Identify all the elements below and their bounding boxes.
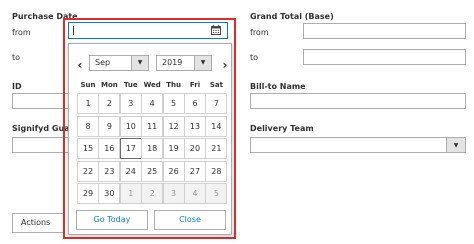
delivery-team-label: Delivery Team [250, 124, 314, 133]
day-cell[interactable]: 28 [205, 160, 228, 182]
grand-total-to-input[interactable] [303, 49, 466, 65]
bill-to-name-label: Bill-to Name [250, 82, 306, 91]
day-of-week-label: Sun [80, 81, 96, 89]
day-of-week-label: Tue [123, 81, 138, 89]
day-cell[interactable]: 29 [77, 183, 99, 205]
purchase-date-from-label: from [12, 28, 31, 37]
day-cell[interactable]: 4 [141, 93, 164, 114]
day-of-week-label: Fri [189, 81, 201, 89]
day-cell[interactable]: 15 [77, 138, 99, 160]
delivery-team-select[interactable]: ▼ [250, 137, 466, 153]
day-of-week-label: Wed [143, 81, 161, 89]
year-select[interactable]: 2019 ▼ [156, 55, 212, 71]
day-cell[interactable]: 22 [77, 160, 99, 182]
day-cell[interactable]: 16 [98, 138, 121, 160]
day-cell[interactable]: 24 [119, 160, 142, 182]
month-select-value: Sep [95, 58, 111, 67]
day-cell[interactable]: 21 [205, 138, 228, 160]
day-cell[interactable]: 3 [119, 93, 142, 114]
grand-total-to-label: to [250, 53, 259, 62]
day-cell-next-month[interactable]: 1 [119, 183, 142, 205]
grand-total-from-input[interactable] [303, 23, 466, 39]
day-cell[interactable]: 13 [184, 115, 206, 137]
day-cell[interactable]: 6 [184, 93, 206, 114]
purchase-date-to-label: to [12, 53, 21, 62]
grand-total-from-label: from [250, 28, 269, 37]
day-cell[interactable]: 5 [162, 93, 185, 114]
day-cell[interactable]: 8 [77, 115, 99, 137]
go-today-button[interactable]: Go Today [76, 210, 148, 230]
day-cell-next-month[interactable]: 2 [141, 183, 164, 205]
next-month-button[interactable]: › [219, 58, 231, 72]
day-cell[interactable]: 14 [205, 115, 228, 137]
day-cell[interactable]: 25 [141, 160, 164, 182]
filters-panel: Purchase Date from to ID Signifyd Guara … [0, 0, 474, 244]
datepicker-popup: ‹ Sep ▼ 2019 ▼ › Sun Mon Tue Wed Thu Fri Sat 1… [68, 43, 232, 235]
grand-total-label: Grand Total (Base) [250, 12, 334, 21]
day-cell[interactable]: 10 [119, 115, 142, 137]
day-cell[interactable]: 11 [141, 115, 164, 137]
day-of-week-label: Sat [209, 81, 223, 89]
id-label: ID [12, 82, 22, 91]
purchase-date-from-input[interactable] [68, 22, 228, 39]
day-cell[interactable]: 12 [162, 115, 185, 137]
text-caret [73, 26, 74, 35]
day-cell[interactable]: 23 [98, 160, 121, 182]
day-cell[interactable]: 18 [141, 138, 164, 160]
prev-month-button[interactable]: ‹ [74, 58, 86, 72]
month-select[interactable]: Sep ▼ [89, 55, 149, 71]
day-cell[interactable]: 20 [184, 138, 206, 160]
id-input[interactable] [12, 93, 70, 109]
chevron-down-icon: ▼ [446, 138, 465, 152]
bill-to-name-input[interactable] [250, 93, 466, 109]
day-cell[interactable]: 7 [205, 93, 228, 114]
actions-dropdown[interactable]: Actions [12, 213, 64, 233]
day-of-week-label: Thu [166, 81, 181, 89]
chevron-down-icon: ▼ [194, 56, 211, 70]
day-cell[interactable]: 30 [98, 183, 121, 205]
day-cell-next-month[interactable]: 5 [205, 183, 228, 205]
day-cell-next-month[interactable]: 4 [184, 183, 206, 205]
day-cell[interactable]: 9 [98, 115, 121, 137]
day-cell-next-month[interactable]: 3 [162, 183, 185, 205]
chevron-down-icon: ▼ [131, 56, 148, 70]
day-cell[interactable]: 19 [162, 138, 185, 160]
day-cell[interactable]: 26 [162, 160, 185, 182]
close-button[interactable]: Close [154, 210, 226, 230]
calendar-icon[interactable] [211, 25, 221, 35]
signifyd-select[interactable] [12, 137, 70, 153]
day-cell[interactable]: 27 [184, 160, 206, 182]
day-of-week-label: Mon [101, 81, 118, 89]
day-cell[interactable]: 2 [98, 93, 121, 114]
day-cell-today[interactable]: 17 [119, 138, 142, 160]
day-cell[interactable]: 1 [77, 93, 99, 114]
year-select-value: 2019 [162, 58, 183, 67]
